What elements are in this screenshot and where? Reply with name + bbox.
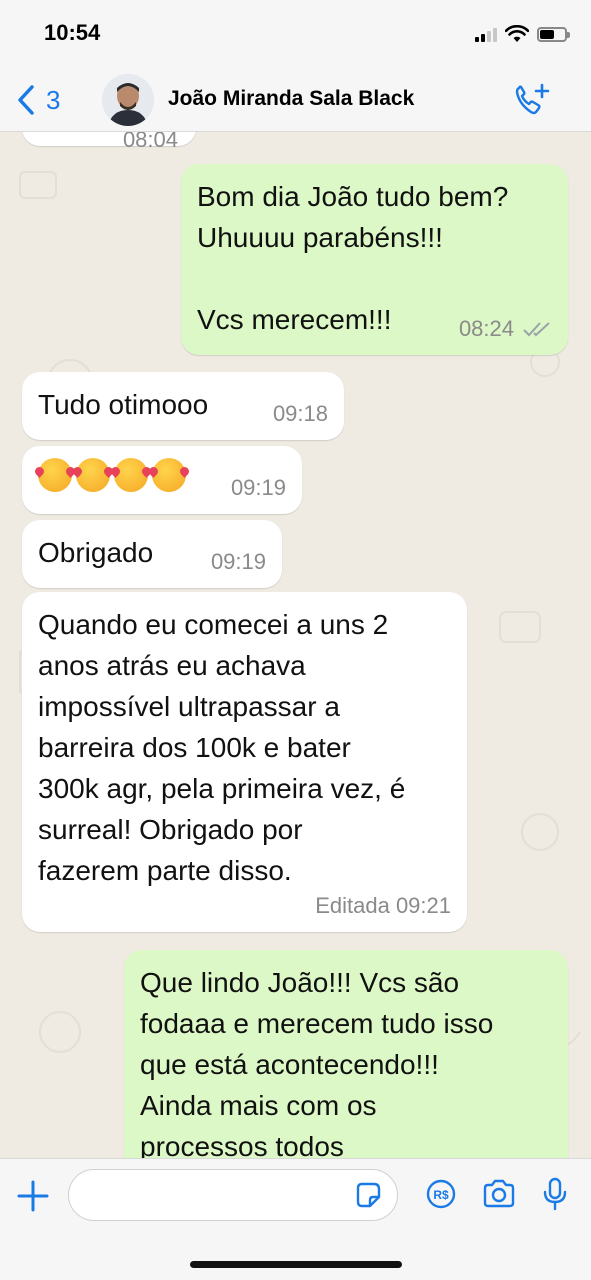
message-meta: 09:18: [273, 393, 328, 434]
smiling-face-with-hearts-icon: [152, 458, 186, 492]
chat-area[interactable]: 08:04 Bom dia João tudo bem? Uhuuuu para…: [0, 132, 591, 1158]
smiling-face-with-hearts-icon: [114, 458, 148, 492]
cellular-signal-icon: [475, 26, 497, 42]
smiling-face-with-hearts-icon: [76, 458, 110, 492]
voice-message-button[interactable]: [542, 1177, 568, 1211]
chat-header: 3 João Miranda Sala Black: [0, 68, 591, 132]
smiling-face-with-hearts-icon: [38, 458, 72, 492]
microphone-icon: [543, 1177, 567, 1211]
message-bubble-incoming[interactable]: 09:19: [22, 446, 302, 514]
message-meta: 09:19: [231, 467, 286, 508]
camera-button[interactable]: [482, 1179, 516, 1209]
sticker-icon: [356, 1182, 381, 1208]
message-bubble-incoming[interactable]: Obrigado 09:19: [22, 520, 282, 588]
message-bubble-partial[interactable]: 08:04: [22, 132, 196, 152]
message-time: 09:19: [210, 549, 266, 574]
message-time: 09:19: [230, 475, 286, 500]
add-call-button[interactable]: [513, 82, 551, 118]
status-icons: [475, 22, 570, 46]
add-call-icon: [515, 83, 550, 115]
message-bubble-incoming[interactable]: Quando eu comecei a uns 2 anos atrás eu …: [22, 592, 467, 932]
message-text: Que lindo João!!! Vcs são fodaaa e merec…: [140, 967, 494, 1158]
home-indicator[interactable]: [190, 1261, 402, 1268]
attach-button[interactable]: [16, 1179, 50, 1213]
message-bubble-outgoing[interactable]: Bom dia João tudo bem? Uhuuuu parabéns!!…: [181, 164, 568, 355]
avatar[interactable]: [102, 74, 154, 126]
chevron-left-icon: [18, 85, 34, 115]
back-button[interactable]: 3: [16, 80, 60, 120]
message-time: 08:04: [122, 132, 178, 152]
message-meta: 09:19: [211, 541, 266, 582]
sticker-button[interactable]: [354, 1181, 382, 1209]
message-meta: Editada 09:21: [315, 885, 451, 926]
contact-name[interactable]: João Miranda Sala Black: [168, 87, 414, 111]
unread-count: 3: [46, 84, 61, 115]
message-time: 08:24: [458, 316, 514, 341]
message-time: 09:18: [272, 401, 328, 426]
camera-icon: [483, 1179, 515, 1208]
message-input[interactable]: [68, 1169, 398, 1221]
message-meta: 08:24: [459, 308, 552, 349]
message-text: Quando eu comecei a uns 2 anos atrás eu …: [38, 609, 406, 886]
avatar-photo: [102, 74, 154, 126]
status-time: 10:54: [44, 20, 101, 45]
message-time: Editada 09:21: [315, 893, 451, 918]
wifi-icon: [505, 25, 529, 42]
message-bubble-outgoing[interactable]: Que lindo João!!! Vcs são fodaaa e merec…: [124, 950, 568, 1158]
message-bubble-incoming[interactable]: Tudo otimooo 09:18: [22, 372, 344, 440]
svg-text:R$: R$: [433, 1188, 449, 1202]
payment-button[interactable]: R$: [426, 1179, 456, 1209]
pix-icon: R$: [426, 1179, 456, 1209]
battery-icon: [537, 26, 570, 42]
read-checkmarks-icon: [523, 321, 550, 336]
plus-icon: [17, 1180, 49, 1212]
status-bar: 10:54: [0, 0, 591, 68]
